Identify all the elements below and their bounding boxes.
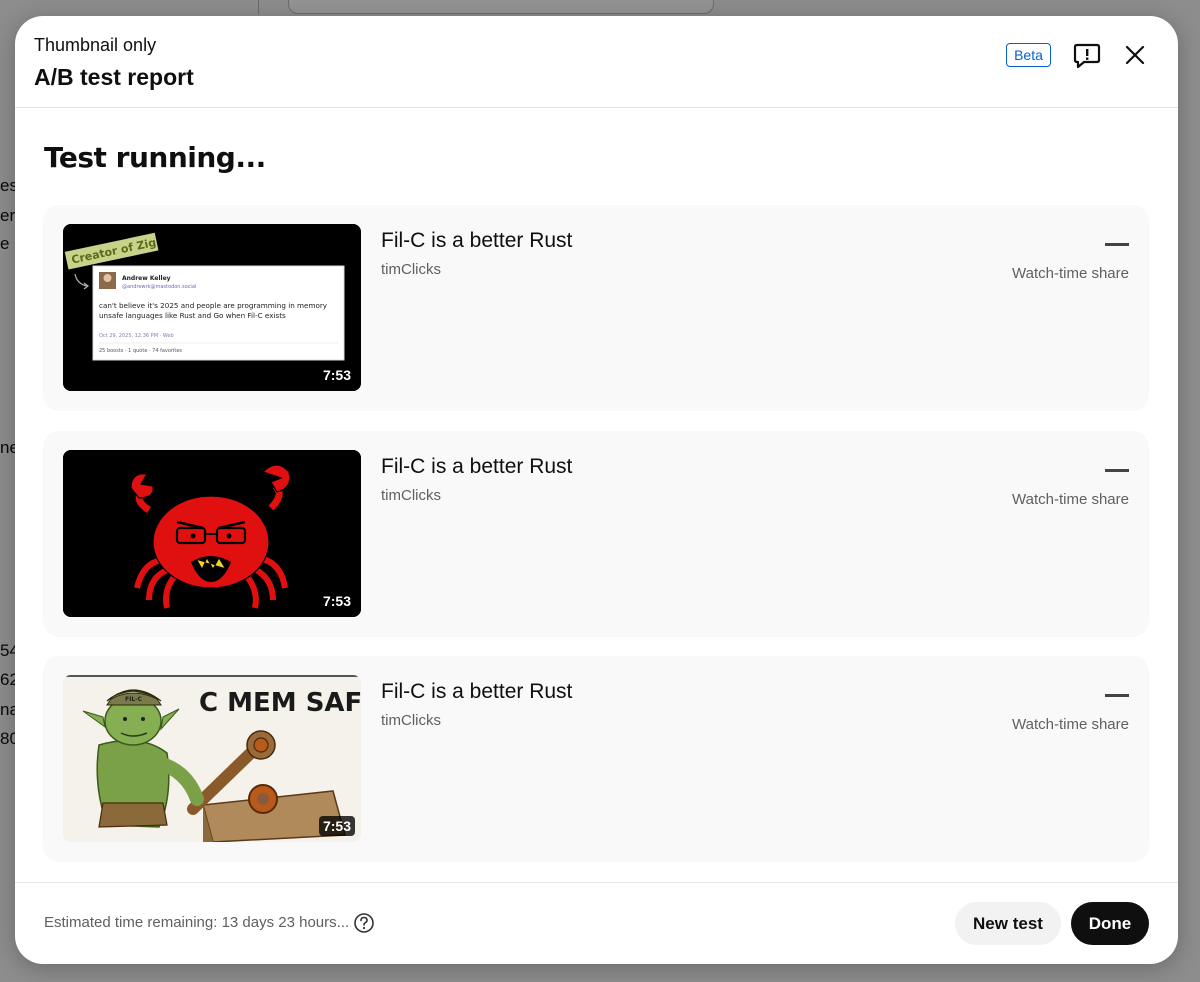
watch-time-share-label: Watch-time share (1012, 265, 1129, 282)
done-button[interactable]: Done (1071, 902, 1149, 945)
variant-card-c: C MEM SAFE (43, 656, 1149, 862)
watch-time-share-label: Watch-time share (1012, 491, 1129, 508)
variant-card-a: Creator of Zig Andrew Kelley @andrewrk@m… (43, 205, 1149, 411)
ab-test-report-dialog: Thumbnail only A/B test report Beta Test… (15, 16, 1178, 964)
variant-card-b: 7:53 Fil-C is a better Rust timClicks — … (43, 431, 1149, 637)
thumb-post-line: can't believe it's 2025 and people are p… (99, 301, 328, 310)
variant-thumbnail: C MEM SAFE (63, 675, 361, 842)
thumb-handle: @andrewrk@mastodon.social (122, 284, 196, 290)
watch-time-share-value: — (1105, 694, 1129, 697)
estimated-time-remaining: Estimated time remaining: 13 days 23 hou… (44, 914, 350, 931)
variant-title: Fil-C is a better Rust (381, 229, 573, 252)
variant-title: Fil-C is a better Rust (381, 680, 573, 703)
variant-channel: timClicks (381, 261, 441, 278)
variant-channel: timClicks (381, 712, 441, 729)
troll-smashing-image: C MEM SAFE (63, 675, 361, 842)
feedback-button[interactable] (1069, 37, 1105, 73)
dialog-title: A/B test report (34, 64, 194, 90)
variant-title: Fil-C is a better Rust (381, 455, 573, 478)
beta-badge: Beta (1006, 43, 1051, 67)
dialog-subtitle: Thumbnail only (34, 35, 157, 55)
close-icon (1125, 45, 1145, 65)
variant-channel: timClicks (381, 487, 441, 504)
thumb-post-meta: Oct 29, 2025, 12:36 PM · Web (99, 333, 174, 339)
video-duration: 7:53 (318, 816, 355, 836)
video-duration: 7:53 (318, 591, 355, 611)
dialog-footer: Estimated time remaining: 13 days 23 hou… (15, 882, 1178, 964)
angry-crab-image (63, 450, 361, 617)
watch-time-share-value: — (1105, 469, 1129, 472)
thumb-post-line: unsafe languages like Rust and Go when F… (99, 311, 286, 320)
dialog-body[interactable]: Test running... Creator of Zig Andrew Ke… (15, 109, 1178, 882)
thumb-post-stats: 25 boosts · 1 quote · 74 favorites (99, 348, 182, 354)
thumb-caption: C MEM SAFE (199, 688, 361, 718)
thumb-hat-label: FIL-C (125, 696, 143, 703)
video-duration: 7:53 (318, 365, 355, 385)
close-button[interactable] (1117, 37, 1153, 73)
thumb-author: Andrew Kelley (122, 275, 171, 282)
variant-thumbnail: Creator of Zig Andrew Kelley @andrewrk@m… (63, 224, 361, 391)
watch-time-share-label: Watch-time share (1012, 716, 1129, 733)
new-test-button[interactable]: New test (955, 902, 1061, 945)
watch-time-share-value: — (1105, 243, 1129, 246)
dialog-header: Thumbnail only A/B test report Beta (15, 16, 1178, 108)
help-circle-icon[interactable] (353, 912, 375, 934)
feedback-icon (1073, 43, 1101, 69)
test-status-heading: Test running... (44, 141, 266, 174)
tweet-screenshot-image: Creator of Zig Andrew Kelley @andrewrk@m… (63, 224, 361, 391)
variant-thumbnail: 7:53 (63, 450, 361, 617)
